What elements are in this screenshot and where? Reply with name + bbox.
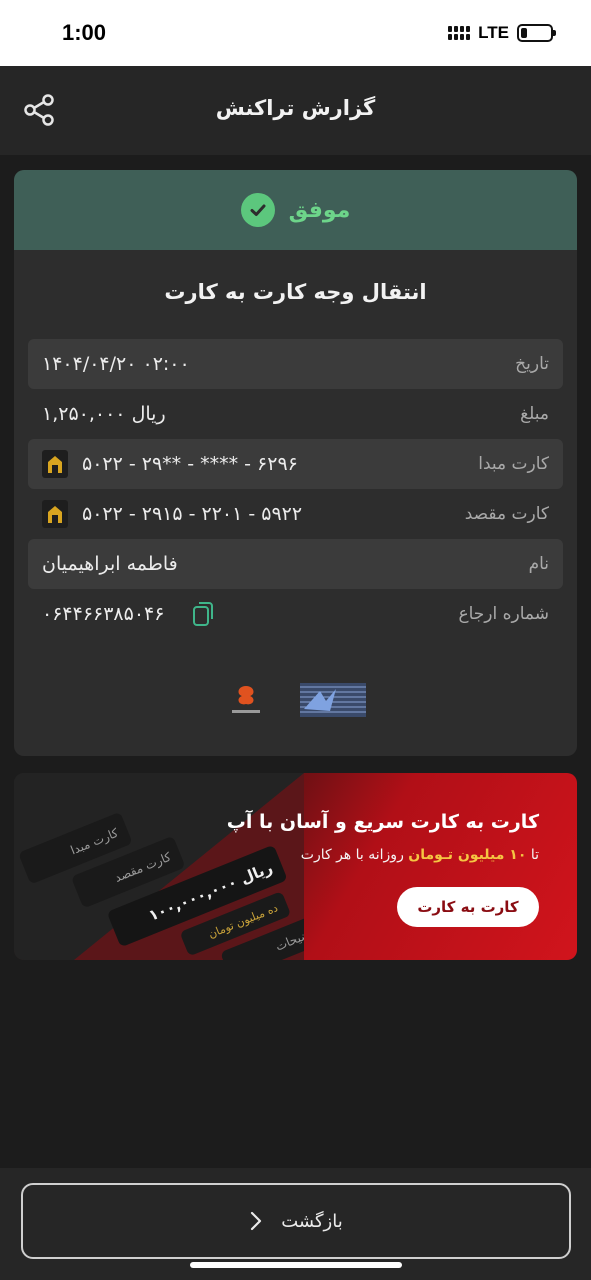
dest-card-value-wrap: ۵۰۲۲ - ۲۹۱۵ - ۲۲۰۱ - ۵۹۲۲ [42, 500, 302, 528]
promo-subtitle-highlight: ۱۰ میلیون تـومان [408, 847, 527, 863]
status-indicators: LTE [448, 23, 556, 43]
copy-icon[interactable] [192, 601, 214, 627]
promo-subtitle: تا ۱۰ میلیون تـومان روزانه با هر کارت [301, 847, 539, 863]
row-source-card: ۵۰۲۲ - ۲۹** - **** - ۶۲۹۶ کارت مبدا [28, 439, 563, 489]
promo-title: کارت به کارت سریع و آسان با آپ [226, 811, 539, 833]
row-amount: ۱,۲۵۰,۰۰۰ ریال مبلغ [28, 389, 563, 439]
row-date: ۱۴۰۴/۰۴/۲۰ ۰۲:۰۰ تاریخ [28, 339, 563, 389]
reference-number: ۰۶۴۴۶۶۳۸۵۰۴۶ [42, 603, 165, 625]
status-label: موفق [288, 197, 351, 223]
date-value: ۱۴۰۴/۰۴/۲۰ ۰۲:۰۰ [42, 353, 190, 375]
date-label: تاریخ [515, 354, 549, 374]
source-card-value-wrap: ۵۰۲۲ - ۲۹** - **** - ۶۲۹۶ [42, 450, 298, 478]
reference-label: شماره ارجاع [458, 604, 549, 624]
promo-subtitle-prefix: تا [530, 847, 539, 863]
row-reference: ۰۶۴۴۶۶۳۸۵۰۴۶ شماره ارجاع [28, 589, 563, 639]
partner-logos [14, 682, 577, 718]
battery-icon [517, 24, 556, 42]
source-card-label: کارت مبدا [478, 454, 549, 474]
bank-logo-icon [42, 500, 68, 528]
name-value: فاطمه ابراهیمیان [42, 553, 178, 575]
row-dest-card: ۵۰۲۲ - ۲۹۱۵ - ۲۲۰۱ - ۵۹۲۲ کارت مقصد [28, 489, 563, 539]
check-icon [240, 193, 275, 227]
bank-logo-icon [42, 450, 68, 478]
name-label: نام [528, 554, 549, 574]
page-title: گزارش تراکنش [215, 96, 376, 120]
details-list: ۱۴۰۴/۰۴/۲۰ ۰۲:۰۰ تاریخ ۱,۲۵۰,۰۰۰ ریال مب… [28, 339, 563, 639]
home-indicator [190, 1262, 402, 1268]
back-label: بازگشت [281, 1210, 343, 1232]
status-bar: 1:00 LTE [0, 0, 591, 66]
network-type: LTE [478, 23, 509, 42]
status-band: موفق [14, 170, 577, 250]
signal-icon [448, 26, 471, 40]
amount-value: ۱,۲۵۰,۰۰۰ ریال [42, 403, 166, 425]
promo-card-to-card-button[interactable]: کارت به کارت [397, 887, 539, 927]
dest-card-label: کارت مقصد [464, 504, 549, 524]
share-icon[interactable] [24, 94, 56, 126]
promo-illustration: کارت مبدا کارت مقصد ۱۰۰,۰۰۰,۰۰۰ ریال ده … [14, 773, 304, 960]
back-button[interactable]: بازگشت [21, 1183, 571, 1259]
dest-card-number: ۵۰۲۲ - ۲۹۱۵ - ۲۲۰۱ - ۵۹۲۲ [82, 503, 303, 525]
transaction-title: انتقال وجه کارت به کارت [164, 280, 427, 304]
amount-label: مبلغ [520, 404, 549, 424]
status-time: 1:00 [62, 20, 107, 45]
reference-value-wrap: ۰۶۴۴۶۶۳۸۵۰۴۶ [42, 601, 214, 627]
partner-logo-icon [299, 683, 366, 717]
partner-logo-icon [231, 686, 260, 713]
row-name: فاطمه ابراهیمیان نام [28, 539, 563, 589]
promo-banner[interactable]: کارت مبدا کارت مقصد ۱۰۰,۰۰۰,۰۰۰ ریال ده … [14, 773, 577, 960]
app-header: گزارش تراکنش [0, 66, 591, 155]
source-card-number: ۵۰۲۲ - ۲۹** - **** - ۶۲۹۶ [82, 453, 298, 475]
promo-subtitle-suffix: روزانه با هر کارت [300, 847, 404, 863]
receipt-card: موفق انتقال وجه کارت به کارت ۱۴۰۴/۰۴/۲۰ … [14, 170, 577, 756]
chevron-right-icon [251, 1211, 262, 1231]
